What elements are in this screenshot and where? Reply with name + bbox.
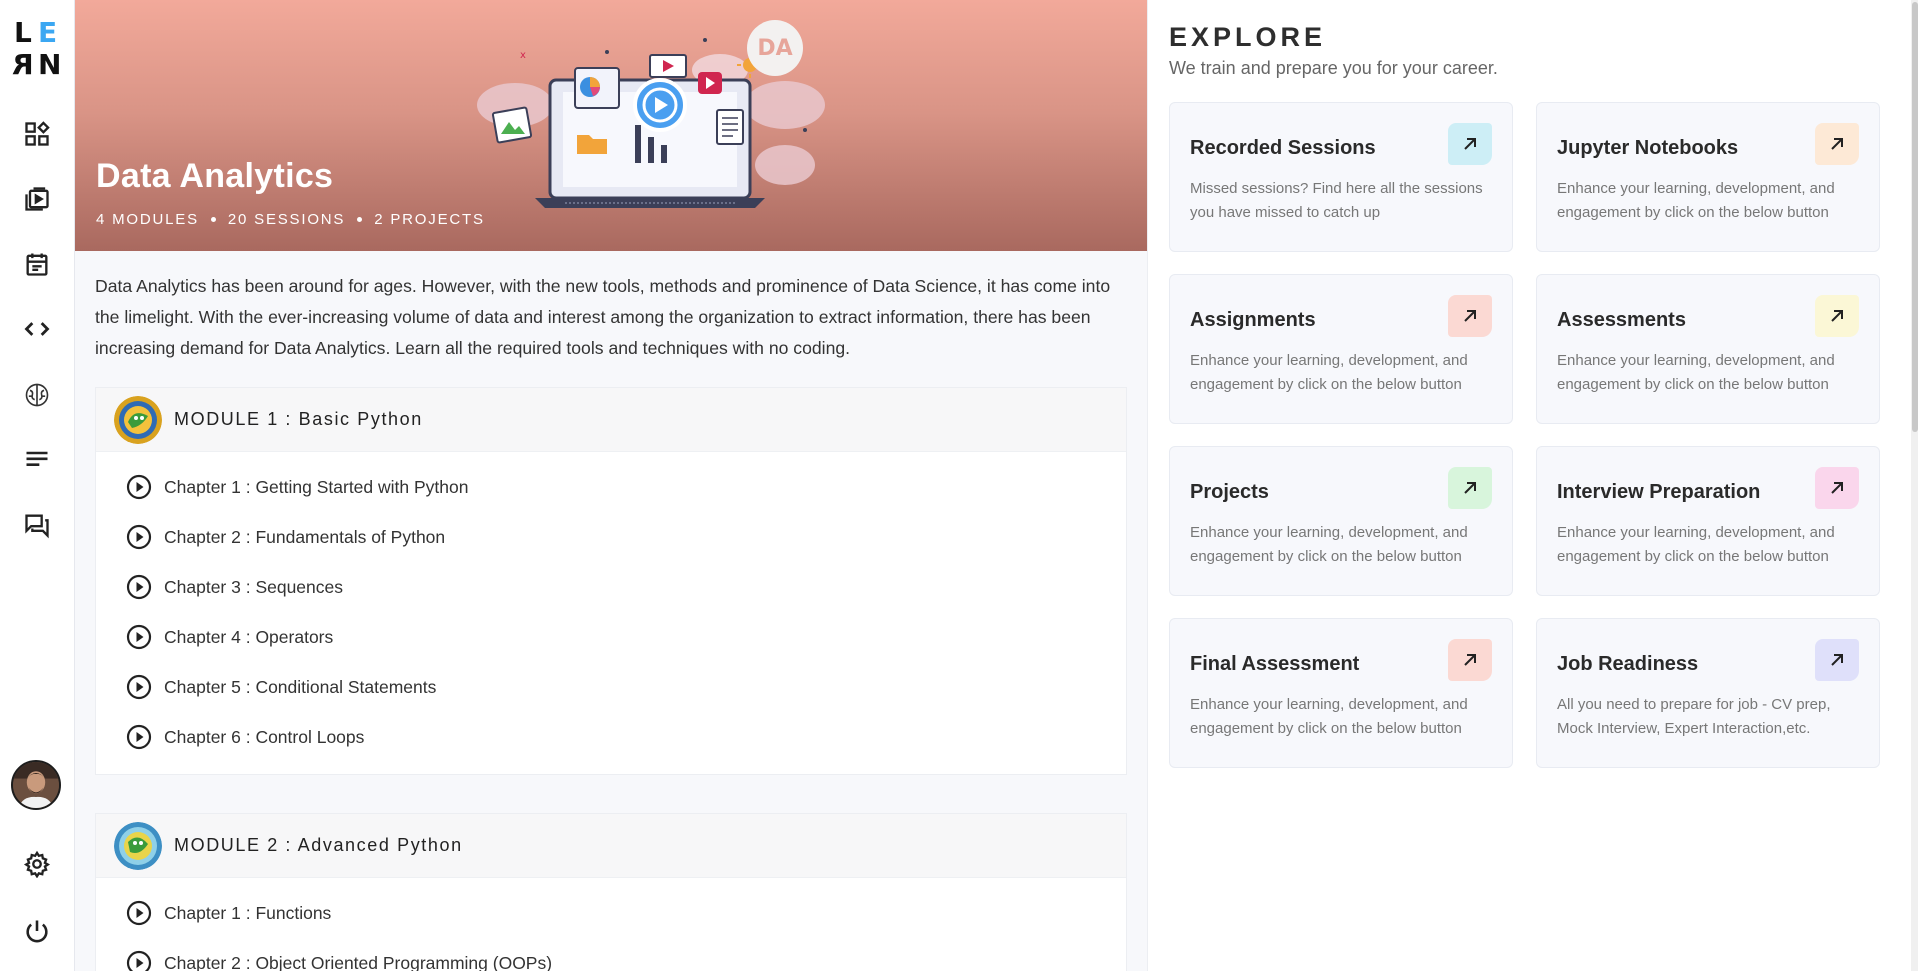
card-title: Assessments: [1557, 309, 1686, 331]
card-title: Interview Preparation: [1557, 481, 1761, 503]
notes-icon[interactable]: [19, 442, 55, 478]
arrow-up-right-icon[interactable]: [1815, 639, 1859, 681]
module-header[interactable]: MODULE 2 : Advanced Python: [96, 814, 1126, 878]
module-title: MODULE 1 : Basic Python: [174, 409, 423, 429]
sidebar: L E R N: [0, 0, 75, 971]
chapter-title: Chapter 5 : Conditional Statements: [164, 676, 437, 697]
python-module-icon: [114, 821, 162, 870]
explore-title: EXPLORE: [1169, 22, 1327, 52]
card-projects[interactable]: Projects Enhance your learning, developm…: [1169, 446, 1513, 596]
card-description: Enhance your learning, development, and …: [1190, 696, 1468, 737]
sessions-count: 20 SESSIONS: [227, 211, 346, 228]
code-icon[interactable]: [19, 311, 55, 347]
card-assessments[interactable]: Assessments Enhance your learning, devel…: [1536, 274, 1880, 424]
card-jupyter-notebooks[interactable]: Jupyter Notebooks Enhance your learning,…: [1536, 102, 1880, 252]
projects-count: 2 PROJECTS: [374, 211, 485, 228]
chapter-item[interactable]: Chapter 2 : Fundamentals of Python: [96, 512, 1126, 562]
chapter-item[interactable]: Chapter 1 : Getting Started with Python: [96, 462, 1126, 512]
chapter-list: Chapter 1 : Functions Chapter 2 : Object…: [96, 878, 1126, 971]
module-card: MODULE 2 : Advanced Python Chapter 1 : F…: [95, 813, 1127, 971]
play-circle-icon: [126, 674, 152, 700]
card-description: All you need to prepare for job - CV pre…: [1557, 696, 1831, 737]
arrow-up-right-icon[interactable]: [1448, 467, 1492, 509]
logo-letter: E: [38, 16, 58, 49]
video-library-icon[interactable]: [19, 181, 55, 217]
calendar-icon[interactable]: [19, 246, 55, 282]
power-icon[interactable]: [19, 913, 55, 949]
play-circle-icon: [126, 574, 152, 600]
arrow-up-right-icon[interactable]: [1815, 295, 1859, 337]
course-banner: x DA Data Analytics 4 MODULES 20 SESSION…: [75, 0, 1147, 251]
modules-count: 4 MODULES: [96, 211, 199, 228]
chapter-title: Chapter 3 : Sequences: [164, 576, 344, 597]
card-description: Enhance your learning, development, and …: [1190, 524, 1468, 565]
card-description: Enhance your learning, development, and …: [1557, 524, 1835, 565]
explore-subtitle: We train and prepare you for your career…: [1169, 58, 1498, 78]
logo-letter: N: [38, 48, 62, 81]
logo-letter: R: [12, 48, 34, 81]
lern-logo[interactable]: L E R N: [12, 18, 62, 82]
explore-panel: EXPLORE We train and prepare you for you…: [1147, 0, 1918, 971]
settings-icon[interactable]: [19, 846, 55, 882]
separator-dot: [357, 217, 363, 222]
chapter-item[interactable]: Chapter 3 : Sequences: [96, 562, 1126, 612]
chapter-title: Chapter 1 : Getting Started with Python: [164, 476, 469, 497]
python-module-icon: [114, 395, 162, 444]
arrow-up-right-icon[interactable]: [1448, 123, 1492, 165]
play-circle-icon: [126, 900, 152, 926]
play-circle-icon: [126, 950, 152, 971]
scrollbar-thumb[interactable]: [1912, 2, 1918, 432]
card-description: Enhance your learning, development, and …: [1557, 180, 1835, 221]
course-badge: DA: [747, 20, 803, 76]
card-title: Jupyter Notebooks: [1557, 137, 1739, 159]
module-title: MODULE 2 : Advanced Python: [174, 835, 463, 855]
course-content: Data Analytics has been around for ages.…: [75, 251, 1147, 971]
chapter-item[interactable]: Chapter 2 : Object Oriented Programming …: [96, 938, 1126, 971]
chapter-item[interactable]: Chapter 1 : Functions: [96, 888, 1126, 938]
avatar[interactable]: [11, 760, 61, 810]
brain-icon[interactable]: [19, 377, 55, 413]
module-card: MODULE 1 : Basic Python Chapter 1 : Gett…: [95, 387, 1127, 775]
card-title: Job Readiness: [1557, 653, 1699, 675]
scrollbar[interactable]: [1911, 0, 1918, 971]
chapter-title: Chapter 6 : Control Loops: [164, 726, 365, 747]
chat-icon[interactable]: [19, 507, 55, 543]
chapter-title: Chapter 2 : Fundamentals of Python: [164, 526, 446, 547]
dashboard-icon[interactable]: [19, 116, 55, 152]
play-circle-icon: [126, 624, 152, 650]
card-description: Enhance your learning, development, and …: [1190, 352, 1468, 393]
chapter-item[interactable]: Chapter 4 : Operators: [96, 612, 1126, 662]
chapter-title: Chapter 4 : Operators: [164, 626, 334, 647]
card-recorded-sessions[interactable]: Recorded Sessions Missed sessions? Find …: [1169, 102, 1513, 252]
play-circle-icon: [126, 524, 152, 550]
card-title: Assignments: [1190, 309, 1316, 331]
card-title: Final Assessment: [1190, 653, 1360, 675]
course-title: Data Analytics: [96, 157, 334, 195]
arrow-up-right-icon[interactable]: [1815, 123, 1859, 165]
card-job-readiness[interactable]: Job Readiness All you need to prepare fo…: [1536, 618, 1880, 768]
chapter-list: Chapter 1 : Getting Started with Python …: [96, 452, 1126, 774]
card-interview-preparation[interactable]: Interview Preparation Enhance your learn…: [1536, 446, 1880, 596]
card-title: Projects: [1190, 481, 1269, 503]
logo-letter: L: [14, 16, 32, 49]
course-description: Data Analytics has been around for ages.…: [95, 276, 1111, 358]
card-assignments[interactable]: Assignments Enhance your learning, devel…: [1169, 274, 1513, 424]
arrow-up-right-icon[interactable]: [1815, 467, 1859, 509]
card-description: Missed sessions? Find here all the sessi…: [1190, 180, 1483, 221]
arrow-up-right-icon[interactable]: [1448, 295, 1492, 337]
chapter-title: Chapter 2 : Object Oriented Programming …: [164, 952, 553, 971]
course-meta: 4 MODULES 20 SESSIONS 2 PROJECTS: [96, 211, 485, 228]
card-final-assessment[interactable]: Final Assessment Enhance your learning, …: [1169, 618, 1513, 768]
arrow-up-right-icon[interactable]: [1448, 639, 1492, 681]
card-title: Recorded Sessions: [1190, 137, 1376, 159]
play-circle-icon: [126, 724, 152, 750]
chapter-item[interactable]: Chapter 5 : Conditional Statements: [96, 662, 1126, 712]
chapter-item[interactable]: Chapter 6 : Control Loops: [96, 712, 1126, 762]
module-header[interactable]: MODULE 1 : Basic Python: [96, 388, 1126, 452]
svg-text:x: x: [520, 50, 526, 61]
card-description: Enhance your learning, development, and …: [1557, 352, 1835, 393]
separator-dot: [210, 217, 216, 222]
chapter-title: Chapter 1 : Functions: [164, 902, 332, 923]
play-circle-icon: [126, 474, 152, 500]
